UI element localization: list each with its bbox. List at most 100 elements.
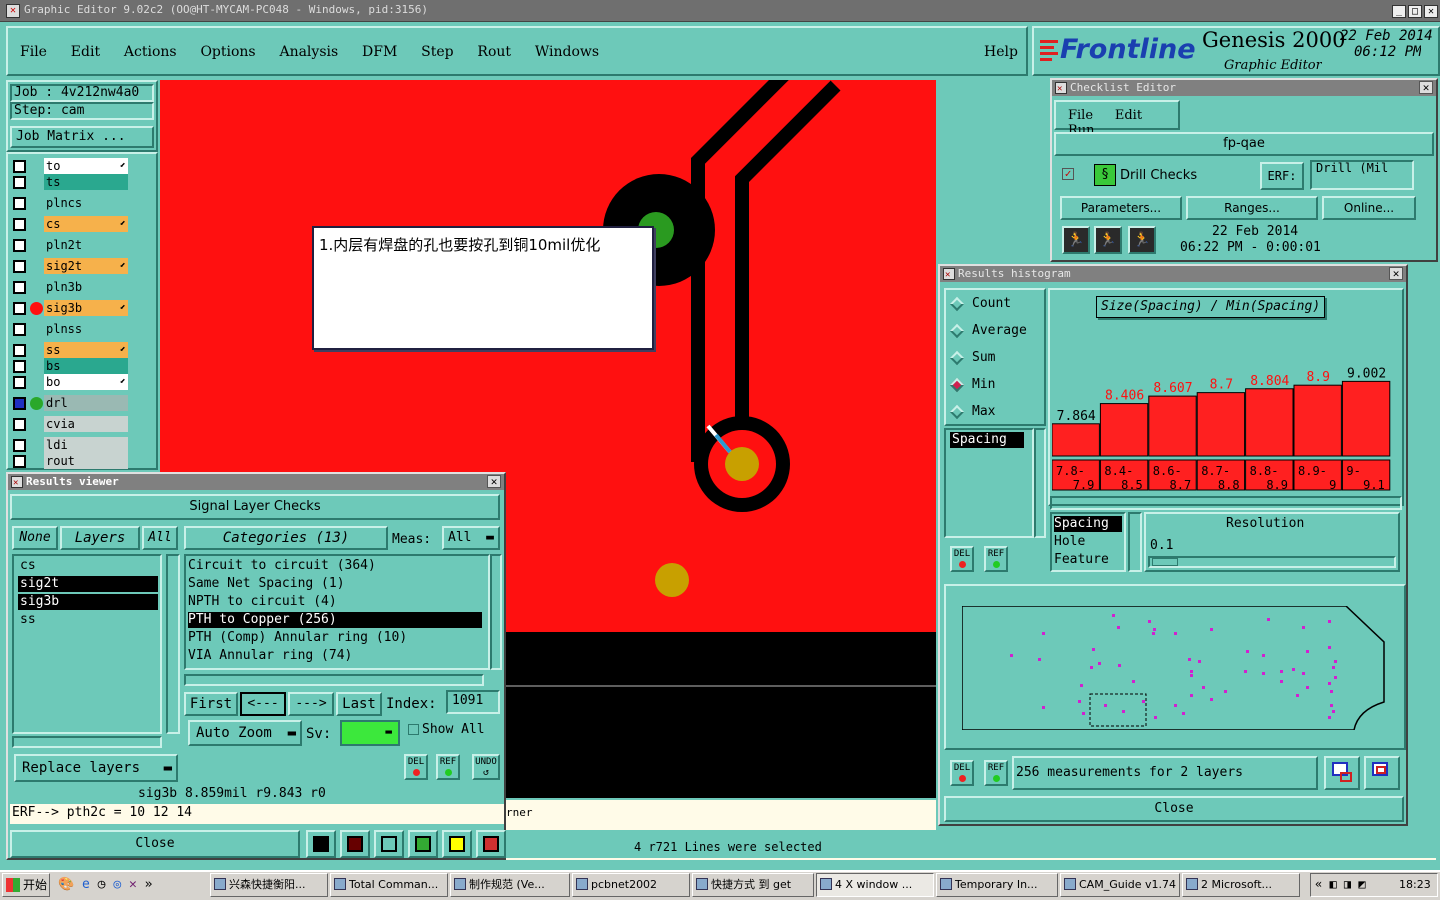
measurement-point[interactable] [1104, 704, 1107, 707]
taskbar-item[interactable]: 2 Microsoft... [1182, 873, 1300, 897]
measurement-point[interactable] [1112, 614, 1115, 617]
measurement-point[interactable] [1152, 632, 1155, 635]
start-button[interactable]: 开始 [2, 873, 50, 897]
category-item[interactable]: Circuit to circuit (364) [188, 558, 482, 574]
layer-row-cvia[interactable]: cvia [10, 416, 128, 433]
histogram-hscroll[interactable] [1050, 496, 1402, 510]
layer-row-pln3b[interactable]: pln3b [10, 279, 128, 296]
layer-row-sig3b[interactable]: sig3b ⬋ [10, 300, 128, 317]
measurement-map[interactable] [962, 606, 1386, 730]
layer-row-ts[interactable]: ts [10, 174, 128, 191]
measurement-point[interactable] [1148, 620, 1151, 623]
menu-actions[interactable]: Actions [124, 44, 177, 60]
layer-list-scrollbar[interactable] [166, 554, 180, 734]
menu-file[interactable]: File [20, 44, 47, 60]
menu-windows[interactable]: Windows [535, 44, 599, 60]
layer-list-hscroll[interactable] [12, 736, 162, 748]
layer-row-bs[interactable]: bs [10, 358, 128, 375]
category-item[interactable]: PTH (Comp) Annular ring (10) [188, 630, 482, 646]
taskbar-item[interactable]: 4 X window ... [816, 873, 934, 897]
measurement-point[interactable] [1042, 706, 1045, 709]
category-item[interactable]: NPTH to circuit (4) [188, 594, 482, 610]
zoom-selection-button[interactable] [1364, 756, 1400, 790]
result-layer-item[interactable]: ss [18, 612, 158, 628]
spacing-list-item[interactable]: Spacing [950, 432, 1024, 448]
measurement-point[interactable] [1292, 668, 1295, 671]
measurement-point[interactable] [1332, 710, 1335, 713]
minimize-button[interactable]: _ [1392, 5, 1406, 18]
layer-checkbox[interactable] [13, 260, 26, 273]
menu-help[interactable]: Help [984, 44, 1018, 60]
layer-row-plnss[interactable]: plnss [10, 321, 128, 338]
layer-row-ss[interactable]: ss ⬋ [10, 342, 128, 359]
measurement-point[interactable] [1190, 670, 1193, 673]
menu-options[interactable]: Options [200, 44, 255, 60]
layer-row-cs[interactable]: cs ⬋ [10, 216, 128, 233]
resolution-slider[interactable] [1148, 556, 1396, 568]
category-list-hscroll[interactable] [184, 674, 484, 686]
measurement-point[interactable] [1330, 704, 1333, 707]
red-square-button[interactable] [340, 830, 370, 858]
meas-dropdown[interactable]: All ▬ [442, 526, 500, 550]
layer-row-plncs[interactable]: plncs [10, 195, 128, 212]
layer-checkbox[interactable] [13, 439, 26, 452]
menu-step[interactable]: Step [421, 44, 453, 60]
all-layers-button[interactable]: All [142, 526, 178, 550]
categories-button[interactable]: Categories (13) [184, 526, 388, 550]
ref-button[interactable]: REF [436, 754, 460, 780]
hist-ref-button[interactable]: REF [984, 546, 1008, 572]
measurement-point[interactable] [1306, 686, 1309, 689]
layer-checkbox[interactable] [13, 455, 26, 468]
ranges-button[interactable]: Ranges... [1186, 196, 1318, 220]
measurement-point[interactable] [1090, 666, 1093, 669]
measurement-point[interactable] [1122, 710, 1125, 713]
layer-checkbox[interactable] [13, 397, 26, 410]
online-button[interactable]: Online... [1322, 196, 1416, 220]
notes-button[interactable] [442, 830, 472, 858]
histogram-bar[interactable] [1293, 384, 1342, 457]
layers-button[interactable]: Layers [60, 526, 140, 550]
measurement-point[interactable] [1306, 650, 1309, 653]
taskbar-item[interactable]: CAM_Guide v1.74 [1060, 873, 1180, 897]
histogram-bar[interactable] [1245, 388, 1294, 457]
run-all-icon-button[interactable]: 🏃 [1128, 226, 1156, 254]
auto-zoom-dropdown[interactable]: Auto Zoom ▬ [188, 720, 302, 746]
layer-checkbox[interactable] [13, 176, 26, 189]
measurement-point[interactable] [1334, 676, 1337, 679]
layer-checkbox[interactable] [13, 239, 26, 252]
layer-row-rout[interactable]: rout [10, 453, 128, 470]
layer-row-drl[interactable]: drl [10, 395, 128, 412]
measurement-point[interactable] [1328, 682, 1331, 685]
zoom-to-fit-button[interactable] [1324, 756, 1360, 790]
replace-layers-dropdown[interactable]: Replace layers ▬ [14, 754, 178, 782]
histogram-chart[interactable]: 7.8647.8-7.98.4068.4-8.58.6078.6-8.78.78… [1052, 356, 1396, 496]
measurement-point[interactable] [1330, 690, 1333, 693]
measurement-point[interactable] [1210, 628, 1213, 631]
previous-button[interactable]: <--- [240, 692, 286, 716]
checklist-close-icon[interactable]: ✕ [1419, 81, 1433, 94]
layer-checkbox[interactable] [13, 344, 26, 357]
measurement-point[interactable] [1224, 690, 1227, 693]
histogram-close-button[interactable]: Close [944, 796, 1404, 822]
measurement-point[interactable] [1082, 712, 1085, 715]
green-box-button[interactable] [408, 830, 438, 858]
last-button[interactable]: Last [336, 692, 382, 716]
delete-cross-button[interactable] [374, 830, 404, 858]
measurement-point[interactable] [1042, 632, 1045, 635]
measurement-point[interactable] [1092, 648, 1095, 651]
map-del-button[interactable]: DEL [950, 760, 974, 786]
checklist-menu-edit[interactable]: Edit [1115, 108, 1142, 123]
measurement-point[interactable] [1302, 672, 1305, 675]
measurement-point[interactable] [1296, 694, 1299, 697]
clock-icon[interactable]: ◷ [98, 877, 106, 892]
map-ref-button[interactable]: REF [984, 760, 1008, 786]
histogram-button[interactable] [476, 830, 506, 858]
show-all-checkbox[interactable] [408, 724, 419, 735]
run-icon-button[interactable]: 🏃 [1062, 226, 1090, 254]
maximize-button[interactable]: □ [1408, 5, 1422, 18]
next-button[interactable]: ---> [288, 692, 334, 716]
measure-type-item[interactable]: Hole [1054, 534, 1122, 550]
layer-checkbox[interactable] [13, 160, 26, 173]
layer-row-ldi[interactable]: ldi [10, 437, 128, 454]
check-enabled-checkbox[interactable]: ✓ [1062, 168, 1074, 180]
